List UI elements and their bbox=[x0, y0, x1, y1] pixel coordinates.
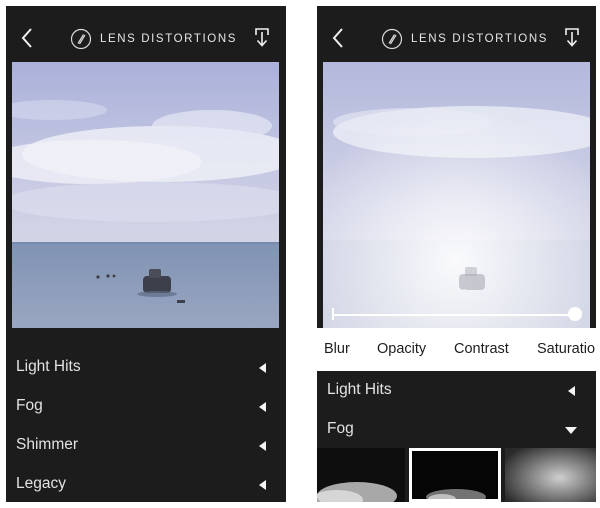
menu-item-label: Fog bbox=[327, 420, 354, 437]
tab-contrast[interactable]: Contrast bbox=[454, 341, 509, 357]
right-screen: LENS DISTORTIONS Blur Blur Opacity Contr… bbox=[317, 6, 596, 502]
triangle-left-icon bbox=[259, 441, 266, 451]
tab-blur[interactable]: Blur bbox=[324, 341, 350, 357]
menu-item-light-hits[interactable]: Light Hits bbox=[6, 348, 286, 387]
tab-opacity[interactable]: Opacity bbox=[377, 341, 426, 357]
menu-item-label: Light Hits bbox=[16, 358, 81, 375]
triangle-left-icon bbox=[259, 363, 266, 373]
sea-photo bbox=[12, 62, 279, 328]
menu-item-shimmer[interactable]: Shimmer bbox=[6, 426, 286, 465]
lens-distortions-logo-icon bbox=[70, 28, 92, 50]
fog-thumbnail-selected[interactable] bbox=[409, 448, 501, 502]
fog-thumbnail[interactable] bbox=[317, 448, 405, 502]
menu-item-light-hits[interactable]: Light Hits bbox=[317, 371, 596, 410]
effects-menu: Light Hits Fog bbox=[317, 371, 596, 449]
menu-item-legacy[interactable]: Legacy bbox=[6, 465, 286, 502]
download-icon bbox=[565, 28, 579, 47]
download-icon bbox=[255, 28, 269, 47]
menu-item-label: Fog bbox=[16, 397, 43, 414]
chevron-left-icon bbox=[332, 28, 343, 48]
photo-preview-fog: Blur bbox=[323, 62, 590, 328]
download-button[interactable] bbox=[252, 26, 272, 50]
blur-slider-track[interactable] bbox=[333, 314, 581, 316]
menu-item-fog[interactable]: Fog bbox=[317, 410, 596, 449]
app-title: LENS DISTORTIONS bbox=[411, 33, 549, 45]
left-screen: LENS DISTORTIONS Light Hits Fog Shimmer … bbox=[6, 6, 286, 502]
triangle-left-icon bbox=[259, 480, 266, 490]
app-title: LENS DISTORTIONS bbox=[100, 33, 238, 45]
chevron-left-icon bbox=[21, 28, 32, 48]
back-button[interactable] bbox=[18, 26, 38, 50]
triangle-down-icon bbox=[565, 427, 577, 434]
app-brand: LENS DISTORTIONS bbox=[70, 27, 237, 51]
triangle-left-icon bbox=[259, 402, 266, 412]
adjustment-tabs: Blur Opacity Contrast Saturatio bbox=[317, 328, 596, 371]
top-bar: LENS DISTORTIONS bbox=[317, 6, 596, 60]
back-button[interactable] bbox=[329, 26, 349, 50]
menu-item-fog[interactable]: Fog bbox=[6, 387, 286, 426]
triangle-left-icon bbox=[568, 386, 575, 396]
lens-distortions-logo-icon bbox=[381, 28, 403, 50]
menu-item-label: Legacy bbox=[16, 475, 66, 492]
fog-thumbnail[interactable] bbox=[505, 448, 596, 502]
effects-menu: Light Hits Fog Shimmer Legacy bbox=[6, 348, 286, 502]
app-brand: LENS DISTORTIONS bbox=[381, 27, 548, 51]
menu-item-label: Shimmer bbox=[16, 436, 79, 453]
slider-label: Blur bbox=[446, 286, 467, 298]
download-button[interactable] bbox=[562, 26, 582, 50]
blur-slider-knob[interactable] bbox=[568, 307, 582, 321]
tab-saturation[interactable]: Saturatio bbox=[537, 341, 595, 357]
top-bar: LENS DISTORTIONS bbox=[6, 6, 286, 60]
photo-preview bbox=[12, 62, 279, 328]
fog-thumbnails bbox=[317, 448, 596, 502]
menu-item-label: Light Hits bbox=[327, 381, 392, 398]
